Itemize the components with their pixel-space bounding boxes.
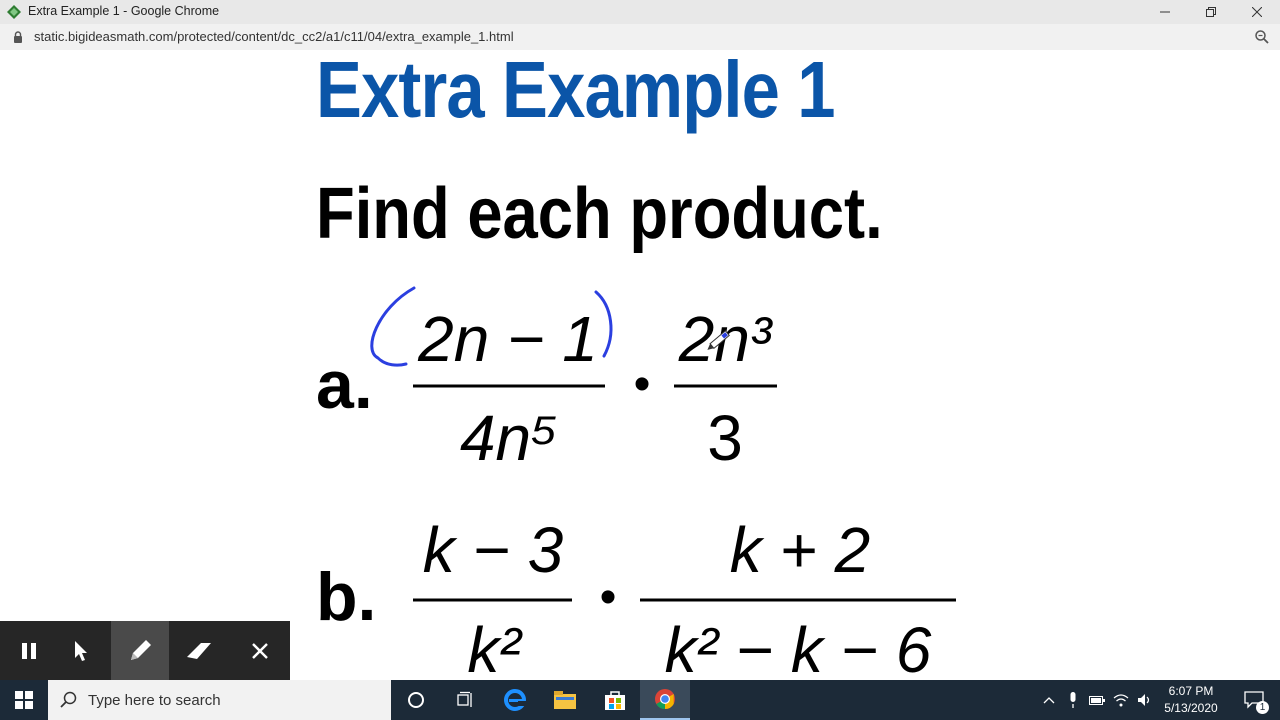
- microphone-button[interactable]: [1062, 680, 1084, 720]
- denominator: k²: [467, 614, 523, 680]
- clock-date: 5/13/2020: [1164, 701, 1218, 715]
- zoom-icon[interactable]: [1254, 29, 1270, 45]
- file-explorer-button[interactable]: [540, 680, 590, 720]
- task-view-icon: [457, 691, 472, 707]
- numerator: k + 2: [730, 514, 871, 586]
- edge-icon: [504, 689, 526, 711]
- edge-button[interactable]: [491, 680, 539, 720]
- pause-icon: [22, 642, 36, 659]
- start-button[interactable]: [0, 680, 48, 720]
- problem-label: b.: [316, 559, 376, 635]
- chrome-icon: [655, 689, 675, 710]
- microphone-icon: [1070, 692, 1076, 708]
- minimize-icon: [1160, 11, 1170, 13]
- window-titlebar: Extra Example 1 - Google Chrome: [0, 0, 1280, 24]
- url-text[interactable]: static.bigideasmath.com/protected/conten…: [34, 29, 514, 44]
- close-window-button[interactable]: [1234, 0, 1280, 24]
- eraser-button[interactable]: [170, 621, 228, 680]
- clock-time: 6:07 PM: [1168, 684, 1214, 698]
- wifi-icon: [1113, 694, 1129, 707]
- battery-icon: [1089, 696, 1105, 705]
- numerator: 2n − 1: [417, 303, 598, 375]
- volume-icon: [1138, 694, 1150, 706]
- problem-a: a. 2n − 1 4n⁵ • 2n³ 3: [316, 286, 777, 474]
- store-button[interactable]: [590, 680, 640, 720]
- chevron-up-icon: [1043, 697, 1055, 704]
- math-problems: a. 2n − 1 4n⁵ • 2n³ 3 b. k − 3 k² • k + …: [316, 286, 956, 680]
- restore-button[interactable]: [1188, 0, 1234, 24]
- show-hidden-icons-button[interactable]: [1038, 680, 1060, 720]
- taskbar: Type here to search 6:07 PM 5/13/2020 1: [0, 680, 1280, 720]
- restore-icon: [1206, 7, 1216, 17]
- problem-label: a.: [316, 347, 373, 423]
- multiply-dot: •: [600, 571, 617, 624]
- address-bar[interactable]: static.bigideasmath.com/protected/conten…: [0, 24, 1280, 51]
- cortana-icon: [408, 692, 424, 708]
- search-placeholder[interactable]: Type here to search: [88, 692, 221, 709]
- action-center-button[interactable]: 1: [1232, 680, 1276, 720]
- store-icon: [605, 691, 625, 710]
- notification-badge: 1: [1256, 701, 1269, 714]
- window-title: Extra Example 1 - Google Chrome: [28, 4, 220, 18]
- search-icon: [60, 691, 77, 708]
- pen-icon: [131, 639, 151, 660]
- page-content: Extra Example 1 Find each product. a. 2n…: [0, 50, 1280, 680]
- pointer-button[interactable]: [52, 621, 110, 680]
- bigideas-logo-icon: [7, 5, 21, 19]
- denominator: 3: [707, 402, 743, 474]
- cortana-button[interactable]: [391, 680, 441, 720]
- file-explorer-icon: [554, 691, 576, 709]
- close-icon: [1252, 7, 1262, 17]
- numerator: k − 3: [423, 514, 564, 586]
- annotation-toolbar: [0, 621, 290, 680]
- close-icon: [252, 642, 268, 659]
- chrome-button[interactable]: [640, 680, 690, 720]
- pen-button[interactable]: [111, 621, 169, 680]
- multiply-dot: •: [634, 358, 651, 411]
- battery-button[interactable]: [1086, 680, 1108, 720]
- close-toolbar-button[interactable]: [231, 621, 289, 680]
- denominator: 4n⁵: [460, 402, 558, 474]
- wifi-button[interactable]: [1110, 680, 1132, 720]
- pause-button[interactable]: [0, 621, 58, 680]
- task-view-button[interactable]: [441, 680, 489, 720]
- minimize-button[interactable]: [1142, 0, 1188, 24]
- ink-left-parenthesis: [370, 286, 416, 367]
- denominator: k² − k − 6: [665, 614, 932, 680]
- ink-right-parenthesis: [594, 290, 613, 358]
- windows-logo-icon: [15, 691, 33, 709]
- cursor-icon: [75, 640, 87, 661]
- problem-b: b. k − 3 k² • k + 2 k² − k − 6: [316, 514, 956, 680]
- lock-icon[interactable]: [13, 31, 23, 43]
- taskbar-search-box[interactable]: Type here to search: [48, 680, 391, 720]
- volume-button[interactable]: [1134, 680, 1156, 720]
- eraser-icon: [187, 642, 211, 659]
- taskbar-clock[interactable]: 6:07 PM 5/13/2020: [1160, 683, 1222, 717]
